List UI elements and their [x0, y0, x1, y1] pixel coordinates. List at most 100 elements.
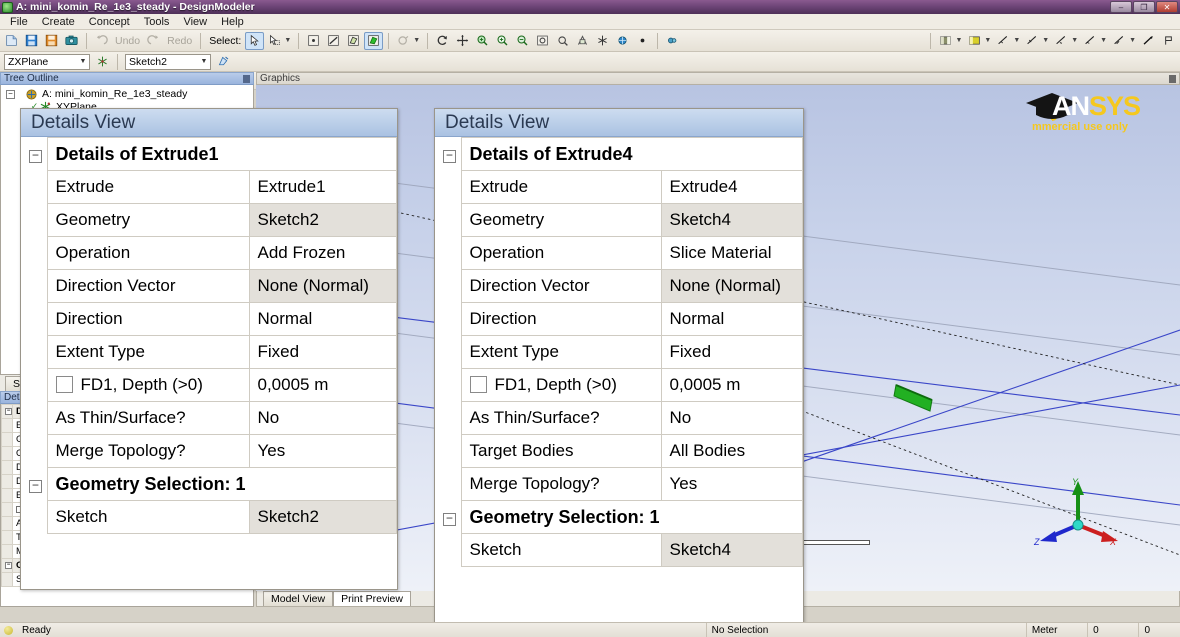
float-row[interactable]: Geometry Sketch2: [21, 203, 397, 237]
chevron-down-icon[interactable]: ▼: [984, 37, 993, 44]
zoom-icon[interactable]: [473, 32, 492, 50]
maximize-button[interactable]: ❐: [1133, 1, 1155, 13]
edge-color-icon[interactable]: [965, 32, 984, 50]
float-value[interactable]: Sketch4: [660, 533, 803, 567]
point-icon[interactable]: [633, 32, 652, 50]
float-value[interactable]: Add Frozen: [248, 236, 397, 270]
float-row[interactable]: Operation Slice Material: [435, 236, 803, 270]
float-row[interactable]: Extrude Extrude4: [435, 170, 803, 204]
group-expander[interactable]: −: [21, 137, 48, 171]
float1-header[interactable]: Details View: [21, 109, 397, 137]
float-value[interactable]: No: [660, 401, 803, 435]
zoom-to-fit-icon[interactable]: [513, 32, 532, 50]
group-expander[interactable]: −: [1, 404, 13, 419]
menu-view[interactable]: View: [177, 15, 213, 29]
float-value[interactable]: No: [248, 401, 397, 435]
axis-triad[interactable]: X Y Z: [1030, 477, 1126, 557]
float-value[interactable]: Normal: [248, 302, 397, 336]
float-value[interactable]: None (Normal): [660, 269, 803, 303]
float-row[interactable]: Geometry Sketch4: [435, 203, 803, 237]
group-expander[interactable]: −: [21, 467, 48, 501]
iso-view-icon[interactable]: [593, 32, 612, 50]
group-expander[interactable]: −: [1, 558, 13, 573]
ruler5-icon[interactable]: [1110, 32, 1129, 50]
float-group-header[interactable]: − Geometry Selection: 1: [435, 500, 803, 534]
new-icon[interactable]: [2, 32, 21, 50]
floating-details-panel-extrude1[interactable]: Details View − Details of Extrude1 Extrude…: [20, 108, 398, 590]
float-row[interactable]: As Thin/Surface? No: [21, 401, 397, 435]
ruler2-icon[interactable]: [1023, 32, 1042, 50]
float-value[interactable]: Sketch2: [248, 203, 397, 237]
ruler3-icon[interactable]: [1052, 32, 1071, 50]
next-view-icon[interactable]: [573, 32, 592, 50]
float2-header[interactable]: Details View: [435, 109, 803, 137]
float-value[interactable]: Sketch2: [248, 500, 397, 534]
chevron-down-icon[interactable]: ▼: [1100, 37, 1109, 44]
chevron-down-icon[interactable]: ▼: [955, 37, 964, 44]
float-row[interactable]: Target Bodies All Bodies: [435, 434, 803, 468]
vector-icon[interactable]: [1139, 32, 1158, 50]
float-value[interactable]: All Bodies: [660, 434, 803, 468]
new-plane-icon[interactable]: [93, 53, 112, 71]
float-row[interactable]: Sketch Sketch4: [435, 533, 803, 567]
select-single-icon[interactable]: [245, 31, 265, 50]
menu-create[interactable]: Create: [36, 15, 81, 29]
chevron-down-icon[interactable]: ▼: [1129, 37, 1138, 44]
float-value[interactable]: Yes: [660, 467, 803, 501]
blend-icon[interactable]: [663, 32, 682, 50]
menu-concept[interactable]: Concept: [83, 15, 136, 29]
float-row[interactable]: Merge Topology? Yes: [21, 434, 397, 468]
chevron-down-icon[interactable]: ▼: [284, 37, 293, 44]
float-row[interactable]: Merge Topology? Yes: [435, 467, 803, 501]
screenshot-icon[interactable]: [62, 32, 81, 50]
float-value[interactable]: Slice Material: [660, 236, 803, 270]
float-row[interactable]: FD1, Depth (>0) 0,0005 m: [435, 368, 803, 402]
float-row[interactable]: Extent Type Fixed: [21, 335, 397, 369]
save-as-icon[interactable]: [42, 32, 61, 50]
float-group-header[interactable]: − Geometry Selection: 1: [21, 467, 397, 501]
pan-icon[interactable]: [453, 32, 472, 50]
float-row[interactable]: FD1, Depth (>0) 0,0005 m: [21, 368, 397, 402]
minimize-button[interactable]: –: [1110, 1, 1132, 13]
float-row[interactable]: As Thin/Surface? No: [435, 401, 803, 435]
row-checkbox[interactable]: [469, 376, 487, 393]
tree-expander[interactable]: −: [5, 89, 16, 100]
rotate-icon[interactable]: [433, 32, 452, 50]
tree-item-a-mini-komin-re-1e3-steady[interactable]: − A: mini_komin_Re_1e3_steady: [3, 88, 253, 100]
active-plane-combo[interactable]: ZXPlane ▼: [4, 53, 90, 70]
float-value[interactable]: 0,0005 m: [248, 368, 397, 402]
float-row[interactable]: Direction Normal: [21, 302, 397, 336]
float-row[interactable]: Extent Type Fixed: [435, 335, 803, 369]
float-value[interactable]: Sketch4: [660, 203, 803, 237]
menu-tools[interactable]: Tools: [138, 15, 176, 29]
float-value[interactable]: 0,0005 m: [660, 368, 803, 402]
menu-file[interactable]: File: [4, 15, 34, 29]
chevron-down-icon[interactable]: ▼: [413, 37, 422, 44]
flag-icon[interactable]: [1159, 32, 1178, 50]
menu-help[interactable]: Help: [215, 15, 250, 29]
chevron-down-icon[interactable]: ▼: [198, 58, 210, 65]
tab-print-preview[interactable]: Print Preview: [333, 591, 411, 606]
close-button[interactable]: ✕: [1156, 1, 1178, 13]
group-expander[interactable]: −: [435, 137, 462, 171]
group-expander[interactable]: −: [435, 500, 462, 534]
pin-icon[interactable]: [1169, 75, 1176, 83]
tab-model-view[interactable]: Model View: [263, 591, 334, 606]
box-zoom-icon[interactable]: [493, 32, 512, 50]
float-group-header[interactable]: − Details of Extrude4: [435, 137, 803, 171]
new-sketch-icon[interactable]: [214, 53, 233, 71]
float-value[interactable]: Normal: [660, 302, 803, 336]
select-face-icon[interactable]: [344, 32, 363, 50]
previous-view-icon[interactable]: [553, 32, 572, 50]
float-row[interactable]: Extrude Extrude1: [21, 170, 397, 204]
select-body-icon[interactable]: [364, 31, 384, 50]
row-checkbox[interactable]: [55, 376, 73, 393]
select-box-icon[interactable]: [265, 32, 284, 50]
float-value[interactable]: Fixed: [660, 335, 803, 369]
float-value[interactable]: Yes: [248, 434, 397, 468]
select-point-icon[interactable]: [304, 32, 323, 50]
float-row[interactable]: Operation Add Frozen: [21, 236, 397, 270]
float-row[interactable]: Direction Vector None (Normal): [21, 269, 397, 303]
float-row[interactable]: Direction Vector None (Normal): [435, 269, 803, 303]
save-icon[interactable]: [22, 32, 41, 50]
